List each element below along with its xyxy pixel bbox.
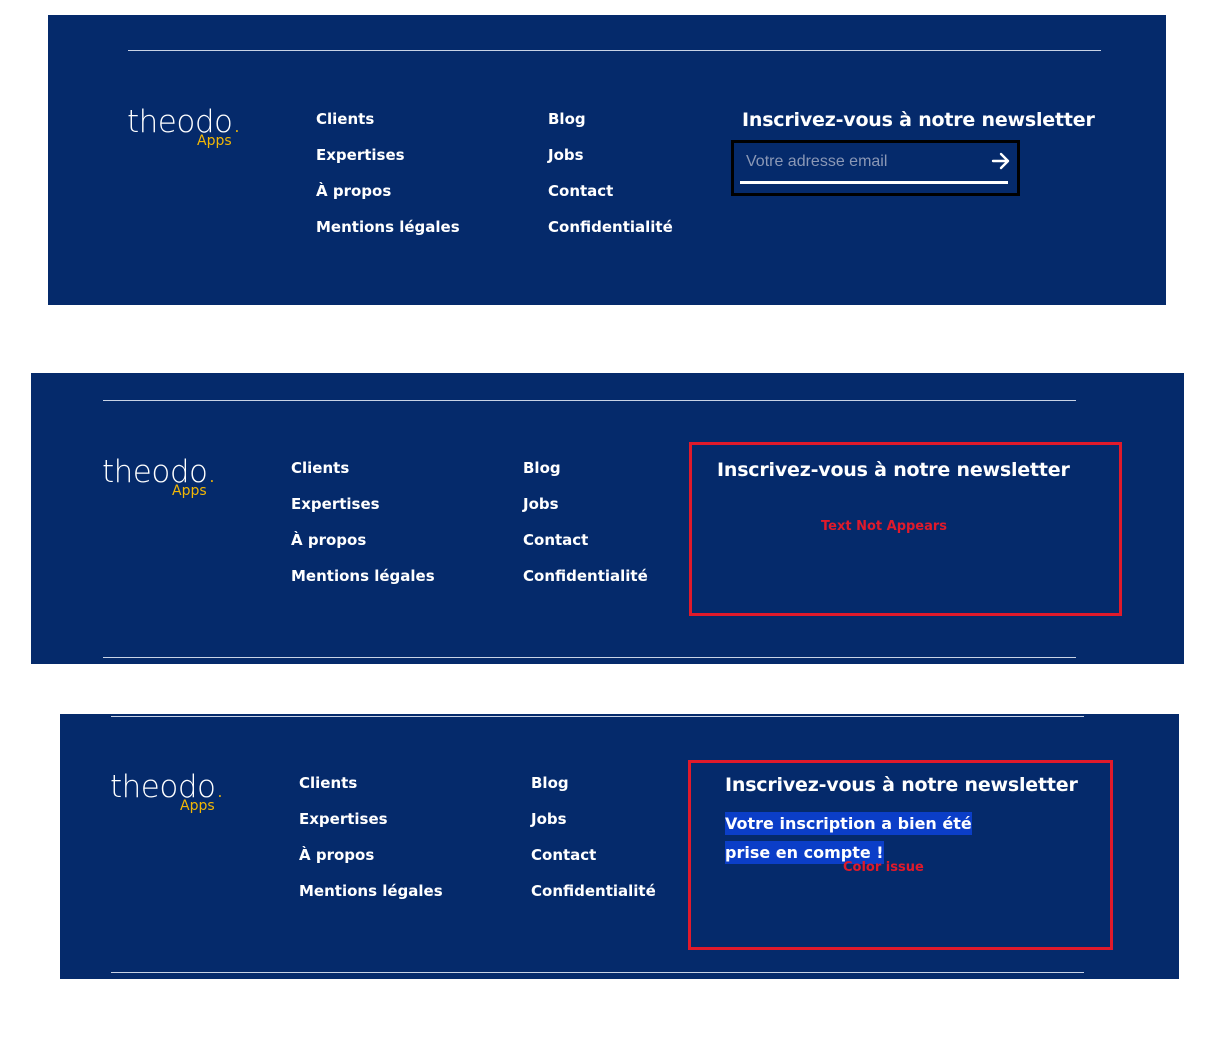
- footer-link-jobs[interactable]: Jobs: [531, 809, 656, 845]
- footer-panel-3: theodo. Apps Clients Expertises À propos…: [60, 714, 1179, 979]
- footer-link-confidentialite[interactable]: Confidentialité: [548, 217, 673, 253]
- footer-link-blog[interactable]: Blog: [523, 458, 648, 494]
- footer-panel-1: theodo. Apps Clients Expertises À propos…: [48, 15, 1166, 305]
- logo-apps-label: Apps: [180, 798, 215, 814]
- newsletter-title: Inscrivez-vous à notre newsletter: [717, 459, 1070, 481]
- newsletter-title: Inscrivez-vous à notre newsletter: [725, 774, 1078, 796]
- footer-link-mentions-legales[interactable]: Mentions légales: [291, 566, 435, 602]
- footer-link-clients[interactable]: Clients: [299, 773, 443, 809]
- footer-link-confidentialite[interactable]: Confidentialité: [523, 566, 648, 602]
- logo-dot: .: [206, 454, 217, 490]
- email-underline: [740, 181, 1008, 184]
- bottom-divider: [111, 972, 1084, 973]
- logo-dot: .: [231, 104, 242, 140]
- bottom-divider: [103, 657, 1076, 658]
- footer-nav-col-2: Blog Jobs Contact Confidentialité: [548, 109, 673, 253]
- theodo-apps-logo[interactable]: theodo. Apps: [110, 770, 240, 830]
- footer-link-contact[interactable]: Contact: [531, 845, 656, 881]
- footer-link-confidentialite[interactable]: Confidentialité: [531, 881, 656, 917]
- footer-link-blog[interactable]: Blog: [531, 773, 656, 809]
- newsletter-success-message: Votre inscription a bien été prise en co…: [725, 809, 995, 867]
- theodo-apps-logo[interactable]: theodo. Apps: [102, 455, 232, 515]
- footer-link-a-propos[interactable]: À propos: [299, 845, 443, 881]
- footer-link-mentions-legales[interactable]: Mentions légales: [299, 881, 443, 917]
- footer-link-jobs[interactable]: Jobs: [548, 145, 673, 181]
- email-input[interactable]: [744, 149, 973, 175]
- footer-link-expertises[interactable]: Expertises: [299, 809, 443, 845]
- footer-nav-col-2: Blog Jobs Contact Confidentialité: [531, 773, 656, 917]
- footer-panel-2: theodo. Apps Clients Expertises À propos…: [31, 373, 1184, 664]
- logo-dot: .: [214, 769, 225, 805]
- top-divider: [103, 400, 1076, 401]
- arrow-right-icon[interactable]: [990, 150, 1012, 172]
- success-message-text: Votre inscription a bien été prise en co…: [725, 812, 972, 864]
- newsletter-title: Inscrivez-vous à notre newsletter: [742, 109, 1095, 131]
- top-divider: [111, 716, 1084, 717]
- logo-apps-label: Apps: [172, 483, 207, 499]
- footer-link-clients[interactable]: Clients: [291, 458, 435, 494]
- newsletter-form: [731, 140, 1020, 196]
- footer-link-expertises[interactable]: Expertises: [316, 145, 460, 181]
- theodo-apps-logo[interactable]: theodo. Apps: [127, 105, 257, 165]
- footer-link-a-propos[interactable]: À propos: [316, 181, 460, 217]
- footer-link-contact[interactable]: Contact: [548, 181, 673, 217]
- footer-nav-col-1: Clients Expertises À propos Mentions lég…: [316, 109, 460, 253]
- footer-link-contact[interactable]: Contact: [523, 530, 648, 566]
- logo-apps-label: Apps: [197, 133, 232, 149]
- footer-link-expertises[interactable]: Expertises: [291, 494, 435, 530]
- annotation-text-not-appears: Text Not Appears: [821, 519, 948, 534]
- footer-link-jobs[interactable]: Jobs: [523, 494, 648, 530]
- top-divider: [128, 50, 1101, 51]
- footer-link-clients[interactable]: Clients: [316, 109, 460, 145]
- footer-nav-col-2: Blog Jobs Contact Confidentialité: [523, 458, 648, 602]
- footer-link-blog[interactable]: Blog: [548, 109, 673, 145]
- footer-link-a-propos[interactable]: À propos: [291, 530, 435, 566]
- footer-nav-col-1: Clients Expertises À propos Mentions lég…: [299, 773, 443, 917]
- footer-link-mentions-legales[interactable]: Mentions légales: [316, 217, 460, 253]
- footer-nav-col-1: Clients Expertises À propos Mentions lég…: [291, 458, 435, 602]
- annotation-color-issue: Color issue: [843, 860, 924, 875]
